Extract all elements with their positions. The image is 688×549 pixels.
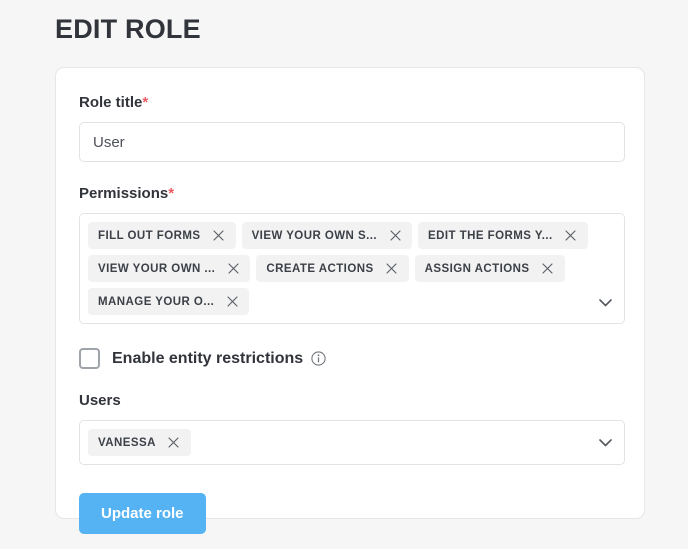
chip[interactable]: MANAGE YOUR O... <box>88 288 250 315</box>
users-field: Users VANESSA <box>79 391 625 465</box>
role-title-input[interactable] <box>79 122 625 162</box>
update-role-button[interactable]: Update role <box>79 493 206 534</box>
chip[interactable]: CREATE ACTIONS <box>256 255 409 282</box>
close-icon[interactable] <box>210 227 228 245</box>
permissions-multiselect[interactable]: FILL OUT FORMS VIEW YOUR OWN S... EDIT THE… <box>79 213 625 324</box>
chip-label: VANESSA <box>98 436 156 449</box>
entity-restrictions-row: Enable entity restrictions <box>79 348 621 369</box>
chip-label: VIEW YOUR OWN ... <box>98 262 216 275</box>
chip[interactable]: VIEW YOUR OWN S... <box>241 222 413 249</box>
permissions-label-text: Permissions <box>79 185 169 202</box>
chevron-down-icon[interactable] <box>596 434 614 452</box>
chip-label: MANAGE YOUR O... <box>98 295 215 308</box>
chip-label: FILL OUT FORMS <box>98 229 201 242</box>
page-root: EDIT ROLE Role title* Permissions* FILL … <box>0 0 688 549</box>
permissions-chip-list: FILL OUT FORMS VIEW YOUR OWN S... EDIT THE… <box>88 222 588 315</box>
users-multiselect[interactable]: VANESSA <box>79 420 625 465</box>
permissions-field: Permissions* FILL OUT FORMS VIEW YOUR OWN… <box>79 184 625 324</box>
role-title-field: Role title* <box>79 93 625 162</box>
chevron-down-icon[interactable] <box>596 294 614 312</box>
close-icon[interactable] <box>562 227 580 245</box>
enable-entity-restrictions-checkbox[interactable] <box>79 348 100 369</box>
permissions-required-marker: * <box>168 185 175 202</box>
card-content: Role title* Permissions* FILL OUT FORMSV… <box>79 93 625 534</box>
permissions-label: Permissions* <box>79 184 621 203</box>
page-title: EDIT ROLE <box>55 14 201 44</box>
users-chip-list: VANESSA <box>88 429 588 456</box>
edit-role-card: Role title* Permissions* FILL OUT FORMSV… <box>55 67 645 534</box>
close-icon[interactable] <box>383 260 401 278</box>
close-icon[interactable] <box>539 260 557 278</box>
info-icon[interactable] <box>311 351 326 366</box>
chip[interactable]: VANESSA <box>88 429 191 456</box>
close-icon[interactable] <box>223 293 241 311</box>
chip[interactable]: FILL OUT FORMS <box>88 222 236 249</box>
close-icon[interactable] <box>224 260 242 278</box>
chip[interactable]: ASSIGN ACTIONS <box>414 255 565 282</box>
role-title-label: Role title* <box>79 93 621 112</box>
users-label: Users <box>79 392 121 409</box>
chip-label: EDIT THE FORMS Y... <box>428 229 553 242</box>
close-icon[interactable] <box>386 227 404 245</box>
enable-entity-restrictions-label[interactable]: Enable entity restrictions <box>112 350 303 368</box>
close-icon[interactable] <box>165 434 183 452</box>
chip-label: VIEW YOUR OWN S... <box>251 229 378 242</box>
chip[interactable]: EDIT THE FORMS Y... <box>418 222 588 249</box>
chip-label: ASSIGN ACTIONS <box>424 262 530 275</box>
chip-label: CREATE ACTIONS <box>266 262 374 275</box>
chip[interactable]: VIEW YOUR OWN ... <box>88 255 251 282</box>
role-title-required-marker: * <box>142 94 149 111</box>
role-title-label-text: Role title <box>79 94 143 111</box>
